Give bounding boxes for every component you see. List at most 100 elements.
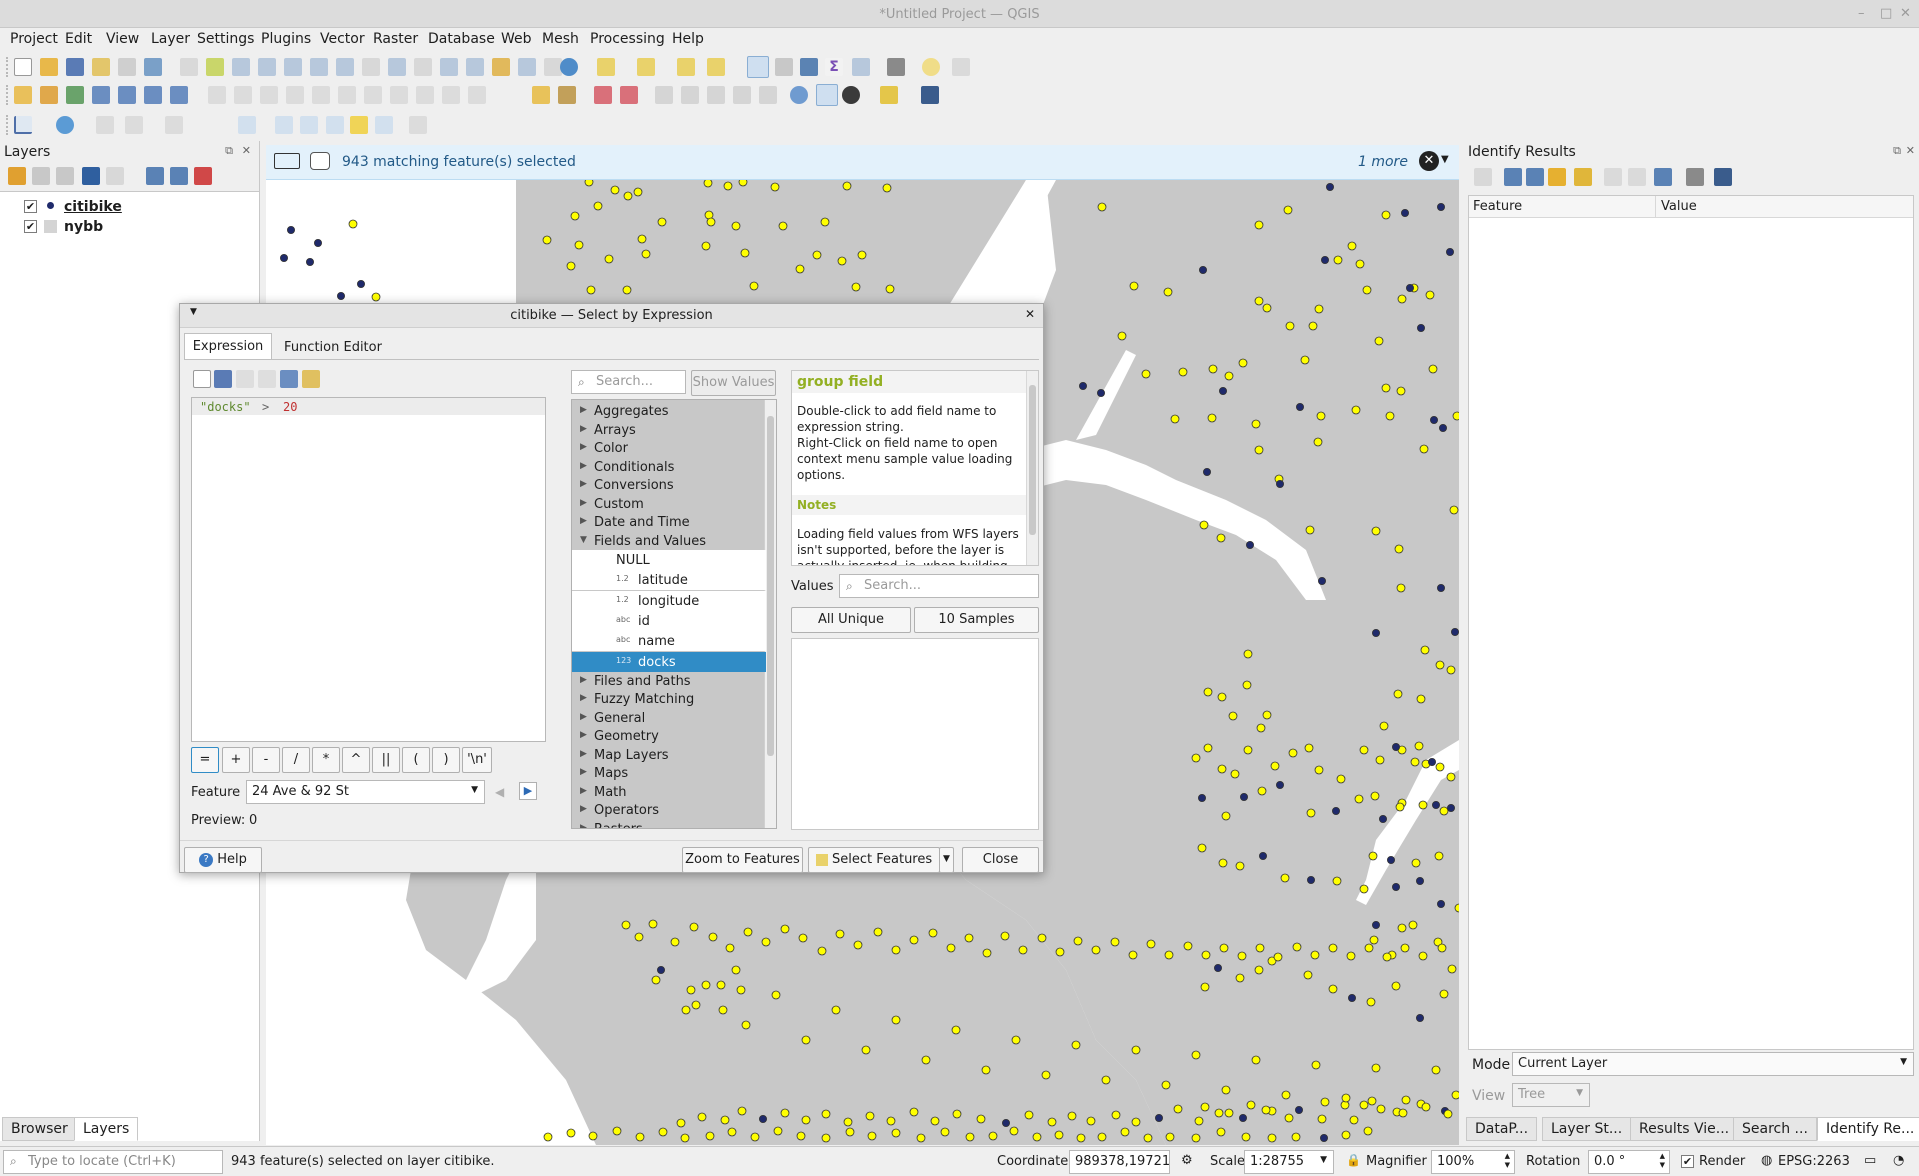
operator-divide-button[interactable]: /	[282, 747, 310, 773]
whats-this-icon[interactable]	[921, 86, 939, 104]
chevron-right-icon[interactable]: ▶	[580, 675, 587, 685]
field-item-name[interactable]: abc name	[572, 631, 766, 652]
chevron-right-icon[interactable]: ▶	[580, 786, 587, 796]
next-feature-icon[interactable]: ▶	[519, 782, 537, 800]
copy-features-icon[interactable]	[390, 86, 408, 104]
fill-ring-icon[interactable]	[350, 116, 368, 134]
mode-select[interactable]: Current Layer ▼	[1512, 1052, 1914, 1076]
chevron-right-icon[interactable]: ▶	[580, 405, 587, 415]
ten-samples-button[interactable]: 10 Samples	[914, 607, 1039, 633]
clear-results-icon[interactable]	[1574, 168, 1592, 186]
zoom-layer-icon[interactable]	[336, 58, 354, 76]
layer-checkbox[interactable]: ✔	[24, 200, 37, 213]
render-checkbox[interactable]: ✔	[1681, 1155, 1694, 1168]
close-icon[interactable]: ✕	[1025, 307, 1035, 321]
operator-power-button[interactable]: ^	[342, 747, 370, 773]
collapse-all-icon[interactable]	[170, 167, 188, 185]
magnifier-field[interactable]: 100% ▲ ▼	[1431, 1150, 1515, 1174]
label-move-icon[interactable]	[655, 86, 673, 104]
expand-new-icon[interactable]	[1548, 168, 1566, 186]
function-group-fields-and-values[interactable]: ▼ Fields and Values	[572, 532, 766, 550]
tab-data-providers[interactable]: DataP...	[1466, 1117, 1538, 1141]
operator-equals-button[interactable]: =	[191, 747, 219, 773]
chevron-down-icon[interactable]: ▼	[190, 307, 197, 317]
function-group-color[interactable]: ▶ Color	[572, 439, 766, 457]
field-item-id[interactable]: abc id	[572, 610, 766, 631]
callout-move-icon[interactable]	[759, 86, 777, 104]
undo-icon[interactable]	[442, 86, 460, 104]
layer-row-citibike[interactable]: ✔ citibike	[0, 198, 258, 216]
print-results-icon[interactable]	[1628, 168, 1646, 186]
reverse-line-icon[interactable]	[375, 116, 393, 134]
menu-layer[interactable]: Layer	[147, 28, 194, 50]
feature-column-header[interactable]: Feature	[1473, 199, 1522, 214]
chevron-down-icon[interactable]: ▼	[1441, 154, 1449, 165]
coordinate-field[interactable]: 989378,197213	[1069, 1150, 1170, 1174]
data-source-manager-icon[interactable]	[14, 86, 32, 104]
function-search-input[interactable]: ⌕ Search...	[571, 370, 686, 394]
zoom-last-icon[interactable]	[388, 58, 406, 76]
add-group-icon[interactable]	[32, 167, 50, 185]
tab-browser[interactable]: Browser	[2, 1117, 77, 1141]
chevron-right-icon[interactable]: ▶	[580, 693, 587, 703]
feature-form-icon[interactable]	[1474, 168, 1492, 186]
redo-icon[interactable]	[468, 86, 486, 104]
function-group-operators[interactable]: ▶ Operators	[572, 801, 766, 819]
help-scrollbar[interactable]	[1026, 371, 1038, 565]
menu-plugins[interactable]: Plugins	[257, 28, 315, 50]
attribute-table-icon[interactable]	[775, 58, 793, 76]
function-group-aggregates[interactable]: ▶ Aggregates	[572, 402, 766, 420]
add-feature-icon[interactable]	[260, 86, 278, 104]
menu-view[interactable]: View	[102, 28, 143, 50]
locator-search-input[interactable]: ⌕ Type to locate (Ctrl+K)	[3, 1150, 223, 1174]
menu-web[interactable]: Web	[497, 28, 536, 50]
show-bookmarks-icon[interactable]	[518, 58, 536, 76]
field-item-null[interactable]: NULL	[572, 550, 766, 570]
identify-mode-icon[interactable]	[1654, 168, 1672, 186]
chevron-right-icon[interactable]: ▶	[580, 804, 587, 814]
label-change-icon[interactable]	[707, 86, 725, 104]
add-wms-icon[interactable]	[144, 86, 162, 104]
edit-icon[interactable]	[236, 370, 254, 388]
function-group-arrays[interactable]: ▶ Arrays	[572, 421, 766, 439]
menu-mesh[interactable]: Mesh	[538, 28, 583, 50]
operator-open-paren-button[interactable]: (	[402, 747, 430, 773]
deselect-icon[interactable]	[677, 58, 695, 76]
menu-raster[interactable]: Raster	[369, 28, 422, 50]
operator-newline-button[interactable]: '\n'	[462, 747, 492, 773]
open-table-icon[interactable]	[852, 58, 870, 76]
layer-row-nybb[interactable]: ✔ nybb	[0, 218, 258, 236]
close-window-icon[interactable]: ✕	[1900, 6, 1911, 21]
crs-label[interactable]: EPSG:2263	[1778, 1154, 1850, 1169]
help-icon[interactable]	[1714, 168, 1732, 186]
notification-icon[interactable]: ◔	[1893, 1153, 1904, 1168]
tab-layers[interactable]: Layers	[74, 1117, 139, 1141]
lock-icon[interactable]: 🔒	[1346, 1153, 1361, 1167]
zoom-selection-icon[interactable]	[310, 58, 328, 76]
chevron-right-icon[interactable]: ▶	[580, 424, 587, 434]
field-item-latitude[interactable]: 1.2 latitude	[572, 570, 766, 591]
select-features-icon[interactable]	[597, 58, 615, 76]
remove-layer-icon[interactable]	[194, 167, 212, 185]
view-select[interactable]: Tree ▼	[1512, 1083, 1590, 1107]
expand-all-icon[interactable]	[146, 167, 164, 185]
offset-curve-icon[interactable]	[326, 116, 344, 134]
chevron-right-icon[interactable]: ▶	[580, 479, 587, 489]
function-tree[interactable]: ▶ Aggregates ▶ Arrays ▶ Color ▶ Conditionals ▶ Co…	[571, 399, 777, 829]
split-features-icon[interactable]	[275, 116, 293, 134]
help-button[interactable]: ? Help	[184, 847, 262, 873]
feature-combobox[interactable]: 24 Ave & 92 St ▼	[246, 780, 485, 804]
identify-results-tree[interactable]: Feature Value	[1468, 195, 1914, 1050]
bookmark-icon[interactable]	[492, 58, 510, 76]
label-tool-icon[interactable]	[532, 86, 550, 104]
zoom-out-icon[interactable]	[258, 58, 276, 76]
new-map-view-icon[interactable]	[440, 58, 458, 76]
menu-vector[interactable]: Vector	[316, 28, 369, 50]
map-tips-icon[interactable]	[922, 58, 940, 76]
expression-editor[interactable]: "docks" > 20	[191, 397, 546, 742]
menu-settings[interactable]: Settings	[193, 28, 258, 50]
operator-multiply-button[interactable]: *	[312, 747, 340, 773]
python-console-icon[interactable]	[880, 86, 898, 104]
label-show-hide-icon[interactable]	[620, 86, 638, 104]
delete-icon[interactable]	[258, 370, 276, 388]
